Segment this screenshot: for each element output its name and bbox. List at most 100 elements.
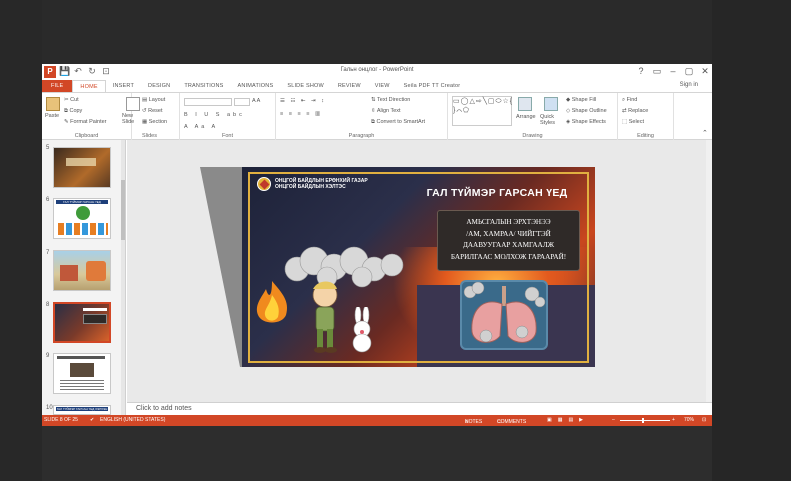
thumbnail-photo: [70, 363, 94, 377]
align-text-button[interactable]: ⇳ Align Text: [371, 108, 401, 114]
paste-icon[interactable]: [46, 97, 60, 111]
tab-review[interactable]: REVIEW: [331, 80, 368, 92]
reset-button[interactable]: ↺ Reset: [142, 108, 163, 114]
ribbon-display-icon[interactable]: ▭: [652, 65, 662, 77]
flame-graphic: [256, 281, 288, 323]
new-slide-button[interactable]: New Slide: [122, 113, 144, 125]
editor-scrollbar[interactable]: [706, 140, 712, 402]
slide-thumbnail-8[interactable]: [53, 302, 111, 343]
org-name: ОНЦГОЙ БАЙДЛЫН ЕРӨНХИЙ ГАЗАР ОНЦГОЙ БАЙД…: [275, 178, 368, 190]
font-name-box[interactable]: [184, 98, 232, 106]
text-direction-button[interactable]: ⇅ Text Direction: [371, 97, 410, 103]
slide-thumbnail-5[interactable]: [53, 147, 111, 188]
notes-pane[interactable]: Click to add notes: [127, 402, 712, 415]
font-color-buttons[interactable]: A Aa A: [184, 124, 218, 130]
format-painter-button[interactable]: ✎ Format Painter: [64, 119, 107, 125]
zoom-slider[interactable]: [620, 420, 670, 421]
slide-thumbnail-9[interactable]: [53, 353, 111, 394]
clipboard-label: Clipboard: [74, 133, 99, 139]
section-button[interactable]: ▦ Section: [142, 119, 167, 125]
quick-styles-icon[interactable]: [544, 97, 558, 111]
tab-home[interactable]: HOME: [72, 80, 106, 92]
paste-button[interactable]: Paste: [45, 113, 59, 119]
thumbnail-number: 9: [46, 353, 50, 359]
top-letterbox: [0, 0, 791, 64]
quick-styles-button[interactable]: Quick Styles: [540, 114, 564, 126]
grow-shrink-font-icons[interactable]: A A: [252, 98, 260, 104]
tab-view[interactable]: VIEW: [368, 80, 397, 92]
minimize-icon[interactable]: –: [668, 65, 678, 77]
thumbnail-caption: ГАЛ ТҮЙМЭР ГАРСАН ҮЕД ХЭРХЭН: [56, 407, 108, 411]
layout-icon: ▤: [142, 97, 149, 103]
copy-button[interactable]: ⧉ Copy: [64, 108, 82, 115]
select-button[interactable]: ⬚ Select: [622, 119, 644, 125]
drawing-group: ▭◯△⇨╲▢⬭☆{ }⌒⬠ Arrange Quick Styles ◆ Sha…: [448, 93, 618, 140]
thumbnail-number: 5: [46, 145, 50, 151]
font-size-box[interactable]: [234, 98, 250, 106]
status-bar: SLIDE 8 OF 25 ✔ ENGLISH (UNITED STATES) …: [42, 415, 712, 426]
find-button[interactable]: ⌕ Find: [622, 97, 637, 104]
thumbnail-tree-graphic: [76, 206, 90, 220]
arrange-button[interactable]: Arrange: [516, 114, 536, 120]
spellcheck-icon[interactable]: ✔: [90, 417, 94, 423]
thumbnail-number: 6: [46, 197, 50, 203]
shapes-gallery[interactable]: ▭◯△⇨╲▢⬭☆{ }⌒⬠: [452, 96, 512, 126]
ribbon: Paste ✂ Cut ⧉ Copy ✎ Format Painter Clip…: [42, 92, 712, 140]
sign-in-link[interactable]: Sign in: [680, 82, 698, 88]
thumbnail-number: 8: [46, 302, 50, 308]
thumbnails-scrollbar[interactable]: [121, 140, 125, 415]
right-letterbox: [712, 0, 791, 481]
section-icon: ▦: [142, 119, 149, 125]
select-icon: ⬚: [622, 119, 629, 125]
zoom-out-icon[interactable]: –: [612, 417, 615, 423]
zoom-in-icon[interactable]: +: [672, 417, 675, 423]
collapse-ribbon-icon[interactable]: ⌃: [702, 129, 708, 137]
view-buttons[interactable]: ▣▦▤▶: [547, 417, 589, 423]
slide-thumbnail-7[interactable]: [53, 250, 111, 291]
shape-outline-button[interactable]: ◇ Shape Outline: [566, 108, 607, 114]
maximize-icon[interactable]: ▢: [684, 65, 694, 77]
lungs-illustration: [460, 280, 548, 350]
shape-effects-button[interactable]: ◈ Shape Effects: [566, 119, 606, 125]
tab-file[interactable]: FILE: [42, 80, 73, 92]
layout-button[interactable]: ▤ Layout: [142, 97, 165, 103]
help-icon[interactable]: ?: [636, 65, 646, 77]
tab-transitions[interactable]: TRANSITIONS: [177, 80, 230, 92]
current-slide[interactable]: ОНЦГОЙ БАЙДЛЫН ЕРӨНХИЙ ГАЗАР ОНЦГОЙ БАЙД…: [242, 167, 595, 367]
arrange-icon[interactable]: [518, 97, 532, 111]
tab-pdf-creator[interactable]: Seila PDF TT Creator: [397, 80, 468, 92]
tab-slide-show[interactable]: SLIDE SHOW: [280, 80, 331, 92]
thumbnails-scrollbar-thumb[interactable]: [121, 180, 125, 240]
list-buttons[interactable]: ☰ ☷ ⇤ ⇥ ↕: [280, 98, 326, 104]
convert-smartart-button[interactable]: ⧉ Convert to SmartArt: [371, 119, 425, 126]
cartoon-character-graphic: [312, 281, 338, 353]
tab-animations[interactable]: ANIMATIONS: [231, 80, 281, 92]
screen-background: P 💾 ↶ ↻ ⊡ Гальн онцлог - PowerPoint ? ▭ …: [0, 0, 791, 481]
tab-design[interactable]: DESIGN: [141, 80, 177, 92]
paragraph-label: Paragraph: [348, 133, 375, 139]
new-slide-icon[interactable]: [126, 97, 140, 111]
thumbnail-text-block: [66, 158, 96, 166]
window-controls: ? ▭ – ▢ ✕: [636, 65, 710, 77]
ribbon-tabs: FILE HOME INSERT DESIGN TRANSITIONS ANIM…: [42, 80, 712, 92]
lungs-svg: [463, 281, 546, 343]
zoom-slider-thumb[interactable]: [642, 418, 644, 423]
font-style-buttons[interactable]: B I U S abc: [184, 112, 245, 118]
clipboard-group: Paste ✂ Cut ⧉ Copy ✎ Format Painter Clip…: [42, 93, 132, 140]
logo-emblem: [259, 179, 270, 190]
close-icon[interactable]: ✕: [700, 65, 710, 77]
slide-count: SLIDE 8 OF 25: [44, 417, 78, 423]
slide-thumbnail-10[interactable]: ГАЛ ТҮЙМЭР ГАРСАН ҮЕД ХЭРХЭН: [53, 405, 111, 415]
slides-group: New Slide ▤ Layout ↺ Reset ▦ Section Sli…: [120, 93, 180, 140]
instruction-line-1: АМЬСГАЛЫН ЭРХТЭНЭЭ: [466, 218, 551, 226]
replace-button[interactable]: ⇄ Replace: [622, 108, 648, 114]
cut-button[interactable]: ✂ Cut: [64, 97, 79, 103]
thumbnail-line: [57, 356, 105, 359]
fit-slide-icon[interactable]: ⊡: [702, 417, 706, 423]
shape-fill-button[interactable]: ◆ Shape Fill: [566, 97, 596, 103]
zoom-level[interactable]: 70%: [684, 417, 694, 423]
slide-thumbnail-6[interactable]: ГАЛ ТҮЙМЭР ГАРСАН ҮЕД: [53, 198, 111, 239]
tab-insert[interactable]: INSERT: [106, 80, 141, 92]
align-buttons[interactable]: ≡ ≡ ≡ ≡ ▥: [280, 111, 322, 117]
language-indicator[interactable]: ENGLISH (UNITED STATES): [100, 417, 165, 423]
